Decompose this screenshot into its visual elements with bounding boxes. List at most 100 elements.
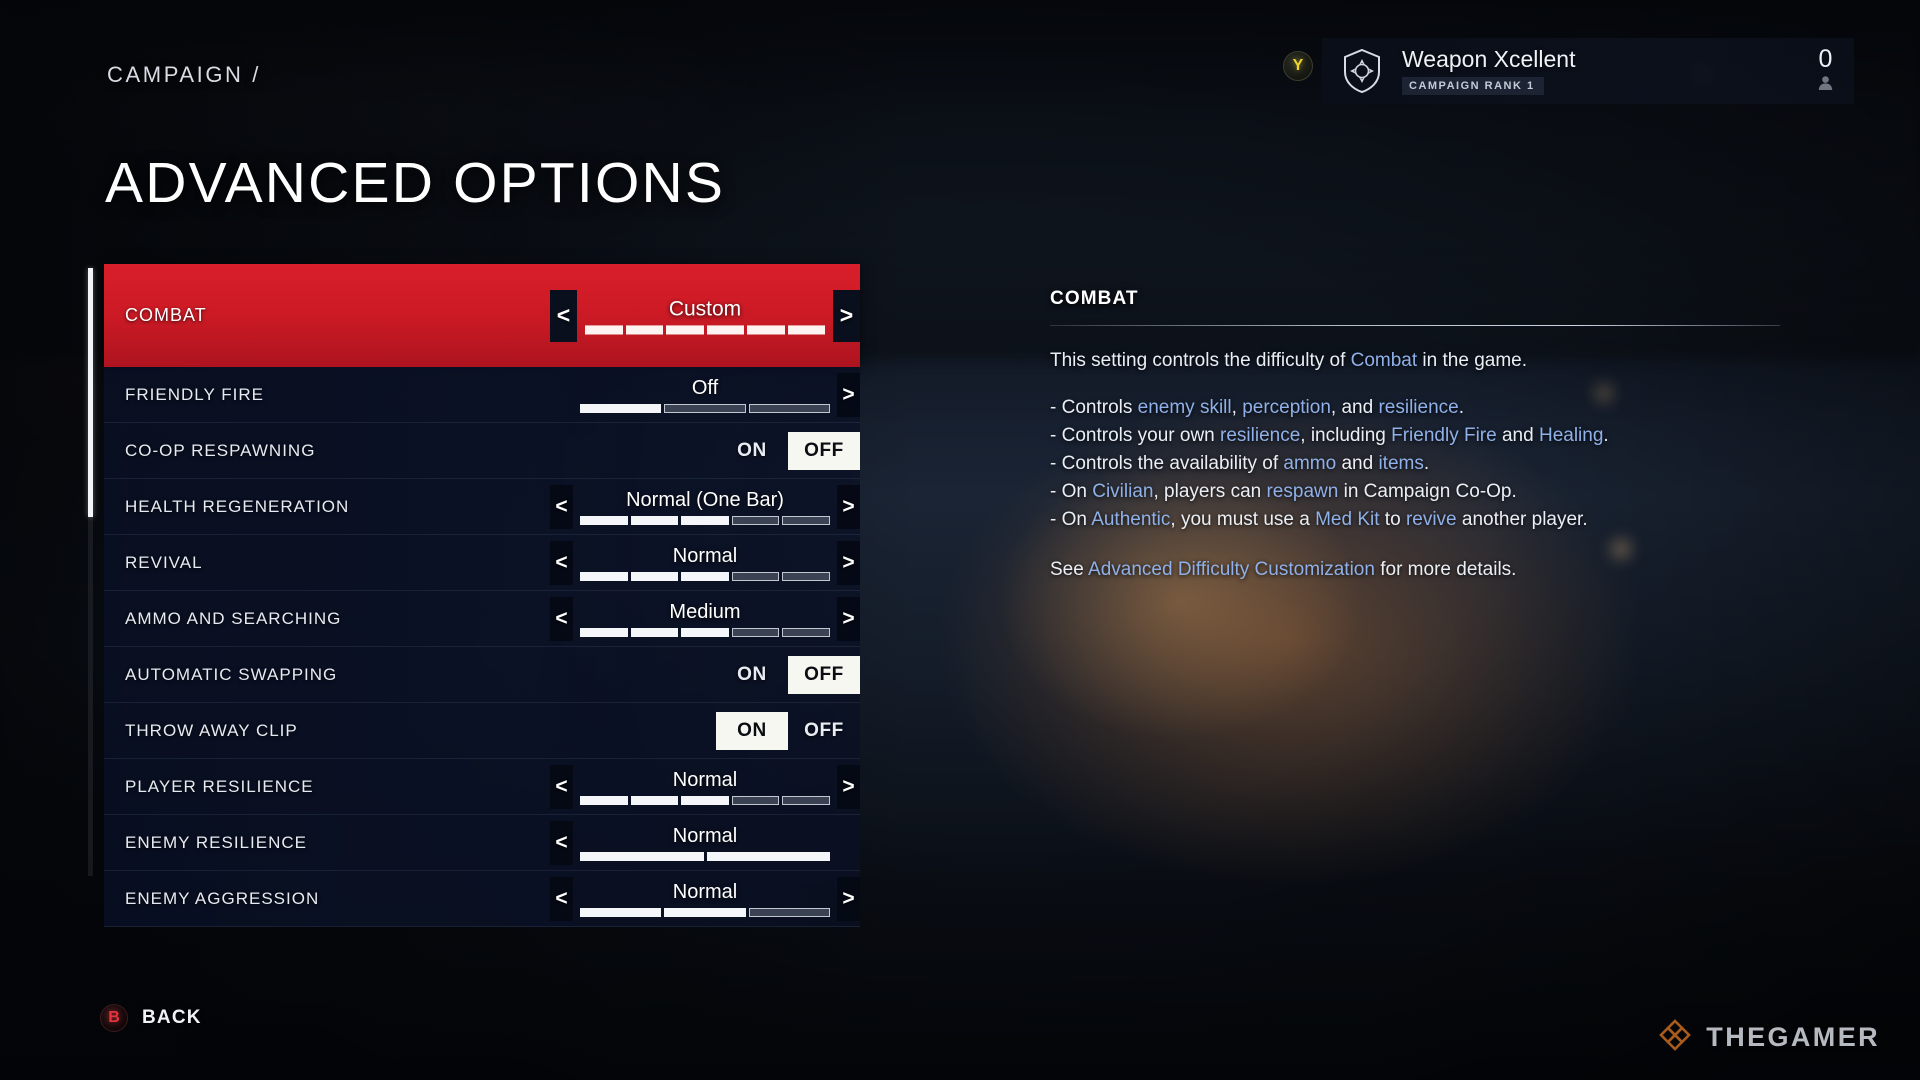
stepper-left-arrow-icon[interactable]: < <box>550 484 573 529</box>
option-level-segment <box>580 571 628 581</box>
option-level-segment <box>664 403 746 413</box>
stepper-right-arrow-icon[interactable]: > <box>837 764 860 809</box>
option-level-segment <box>706 851 830 861</box>
info-panel-body: This setting controls the difficulty of … <box>1050 348 1790 583</box>
info-bullet-highlight: resilience <box>1220 425 1301 447</box>
option-value: Normal <box>672 544 738 567</box>
info-bullet-highlight: revive <box>1405 509 1457 531</box>
toggle-group: ON OFF <box>716 711 860 750</box>
back-button-label: BACK <box>142 1007 202 1028</box>
info-bullet-text: - On <box>1050 509 1092 531</box>
player-card[interactable]: Weapon Xcellent CAMPAIGN RANK 1 0 <box>1322 38 1854 104</box>
option-level-segment <box>664 907 746 917</box>
info-bullet-highlight: Authentic <box>1091 509 1171 531</box>
player-count-value: 0 <box>1818 44 1833 73</box>
options-scrollbar[interactable] <box>88 268 93 876</box>
info-footer-text: See <box>1050 559 1089 581</box>
player-meta: Weapon Xcellent CAMPAIGN RANK 1 <box>1402 47 1817 95</box>
stepper-left-arrow-icon[interactable]: < <box>550 540 573 585</box>
stepper-right-arrow-icon[interactable]: > <box>837 484 860 529</box>
option-level-segment <box>748 403 830 413</box>
info-bullet-text: in Campaign Co-Op. <box>1338 481 1517 503</box>
option-level-segment <box>580 515 628 525</box>
toggle-off-button[interactable]: OFF <box>788 712 860 750</box>
toggle-off-button[interactable]: OFF <box>788 431 860 470</box>
info-bullet: - Controls enemy skill, perception, and … <box>1050 395 1790 420</box>
info-footer-highlight: Advanced Difficulty Customization <box>1088 559 1375 581</box>
info-bullet-highlight: enemy skill <box>1137 397 1232 419</box>
option-value-group: Normal <box>577 881 833 917</box>
option-label: CO-OP RESPAWNING <box>125 440 316 460</box>
stepper-right-arrow-icon[interactable]: > <box>837 876 860 921</box>
option-row[interactable]: AMMO AND SEARCHING < Medium > <box>104 591 860 647</box>
option-control: < Normal > <box>550 759 860 814</box>
option-level-segment <box>731 515 780 525</box>
stepper-right-arrow-icon[interactable]: > <box>837 596 860 641</box>
info-bullet-text: and <box>1496 425 1539 447</box>
option-row[interactable]: FRIENDLY FIRE<Off> <box>104 367 860 423</box>
info-bullet-text: another player. <box>1456 509 1588 531</box>
option-level-bar <box>585 325 825 335</box>
option-row[interactable]: COMBAT < Custom > <box>104 264 860 367</box>
info-footer-text: See Advanced Difficulty Customization fo… <box>1050 557 1790 582</box>
option-level-segment <box>580 795 628 805</box>
stepper-right-arrow-icon[interactable]: > <box>833 289 860 342</box>
option-control: < Normal (One Bar) > <box>550 479 860 534</box>
info-bullet: - Controls your own resilience, includin… <box>1050 423 1790 448</box>
option-value-group: Normal (One Bar) <box>577 489 833 525</box>
option-level-segment <box>782 515 830 525</box>
info-bullet-text: , <box>1231 397 1243 419</box>
option-label: COMBAT <box>125 305 207 325</box>
option-level-segment <box>625 325 663 335</box>
b-button-glyph-icon: B <box>100 1004 128 1032</box>
stepper-right-arrow-icon[interactable]: > <box>837 372 860 417</box>
toggle-off-button[interactable]: OFF <box>788 655 860 694</box>
option-value-group: Off <box>577 377 833 413</box>
option-row[interactable]: PLAYER RESILIENCE < Normal > <box>104 759 860 815</box>
toggle-on-button[interactable]: ON <box>716 656 788 694</box>
option-level-segment <box>782 795 830 805</box>
stepper-left-arrow-icon[interactable]: < <box>550 876 573 921</box>
option-row[interactable]: HEALTH REGENERATION < Normal (One Bar) > <box>104 479 860 535</box>
info-bullet: - On Civilian, players can respawn in Ca… <box>1050 479 1790 504</box>
info-footer-text: for more details. <box>1374 559 1517 581</box>
back-button[interactable]: B BACK <box>100 1004 202 1032</box>
option-level-segment <box>580 403 662 413</box>
option-control: ON OFF <box>550 703 860 758</box>
toggle-on-button[interactable]: ON <box>716 432 788 470</box>
option-value-group: Medium <box>577 601 833 637</box>
info-bullet-highlight: respawn <box>1266 481 1339 503</box>
option-row[interactable]: REVIVAL < Normal > <box>104 535 860 591</box>
option-level-bar <box>580 403 830 413</box>
stepper-left-arrow-icon[interactable]: < <box>550 289 577 342</box>
info-bullet-text: - Controls your own <box>1050 425 1221 447</box>
stepper-left-arrow-icon[interactable]: < <box>550 764 573 809</box>
option-value: Off <box>691 376 719 399</box>
option-row[interactable]: ENEMY AGGRESSION < Normal > <box>104 871 860 927</box>
option-row[interactable]: AUTOMATIC SWAPPING ON OFF <box>104 647 860 703</box>
option-level-segment <box>666 325 704 335</box>
options-scrollbar-thumb[interactable] <box>88 268 93 518</box>
y-hint-button[interactable]: Y <box>1283 51 1313 81</box>
toggle-on-button[interactable]: ON <box>716 711 788 750</box>
option-value: Normal <box>672 824 738 847</box>
info-bullet-highlight: Healing <box>1538 425 1604 447</box>
stepper-left-arrow-icon[interactable]: < <box>550 596 573 641</box>
option-row[interactable]: CO-OP RESPAWNING ON OFF <box>104 423 860 479</box>
info-bullet-text: . <box>1458 397 1465 419</box>
option-row[interactable]: THROW AWAY CLIP ON OFF <box>104 703 860 759</box>
info-bullet-highlight: items <box>1378 453 1424 475</box>
option-value: Normal (One Bar) <box>626 488 784 511</box>
breadcrumb: CAMPAIGN / <box>107 62 261 87</box>
option-row[interactable]: ENEMY RESILIENCE<Normal> <box>104 815 860 871</box>
option-value: Medium <box>669 600 741 623</box>
option-level-segment <box>731 627 780 637</box>
option-level-segment <box>681 571 729 581</box>
info-bullet-text: to <box>1379 509 1406 531</box>
stepper-left-arrow-icon[interactable]: < <box>550 820 573 865</box>
stepper-right-arrow-icon[interactable]: > <box>837 540 860 585</box>
info-bullet: - Controls the availability of ammo and … <box>1050 451 1790 476</box>
info-bullet-highlight: Civilian <box>1092 481 1154 503</box>
